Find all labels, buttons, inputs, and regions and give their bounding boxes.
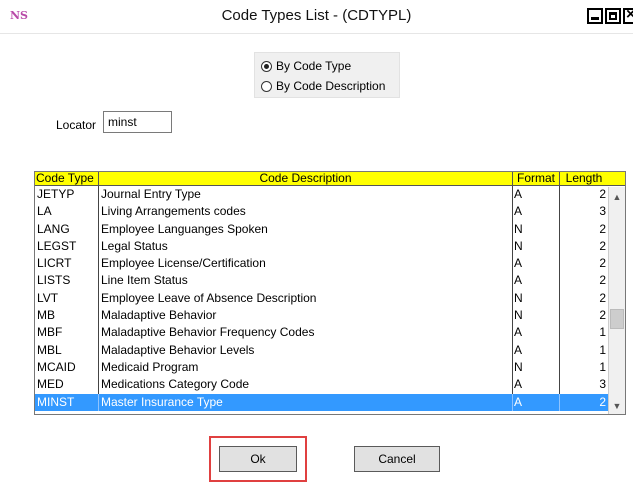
cell-code-type: MBL (35, 341, 99, 359)
cell-length: 1 (599, 342, 606, 357)
cell-code-description: Maladaptive Behavior Levels (99, 341, 513, 359)
table-row[interactable]: MBF Maladaptive Behavior Frequency Codes A… (35, 324, 625, 342)
column-header-length[interactable]: Length (560, 172, 608, 185)
cell-format: A (513, 341, 560, 359)
cell-length: 1 (599, 325, 606, 340)
cell-code-type: MINST (35, 393, 99, 411)
cell-code-type: LA (35, 203, 99, 221)
cell-length: 2 (599, 256, 606, 271)
sort-option-group: By Code Type By Code Description (254, 52, 400, 98)
scroll-up-icon[interactable]: ▲ (609, 189, 625, 205)
cell-code-description: Employee Leave of Absence Description (99, 289, 513, 308)
cell-code-type: LEGST (35, 237, 99, 256)
cell-code-description: Maladaptive Behavior (99, 307, 513, 325)
table-row[interactable]: LEGST Legal Status N 2 (35, 237, 625, 256)
cell-code-type: MCAID (35, 358, 99, 377)
code-types-table: Code Type Code Description Format Length… (34, 171, 626, 415)
cell-format: A (513, 203, 560, 221)
cell-format: A (513, 272, 560, 290)
cell-code-description: Journal Entry Type (99, 186, 513, 204)
cell-format: N (513, 289, 560, 308)
cell-code-type: LANG (35, 220, 99, 238)
cell-format: A (513, 393, 560, 411)
cell-format: N (513, 237, 560, 256)
cell-format: A (513, 376, 560, 394)
cell-length: 3 (599, 204, 606, 219)
table-row[interactable]: LVT Employee Leave of Absence Description… (35, 289, 625, 308)
cell-code-description: Maladaptive Behavior Frequency Codes (99, 324, 513, 342)
cell-length: 1 (599, 359, 606, 374)
minimize-icon[interactable] (587, 8, 603, 24)
cell-code-type: MB (35, 307, 99, 325)
cell-length: 2 (599, 273, 606, 288)
scroll-thumb[interactable] (610, 309, 624, 329)
cell-length: 2 (599, 308, 606, 323)
column-header-code-description[interactable]: Code Description (99, 172, 513, 185)
column-header-code-type[interactable]: Code Type (35, 172, 99, 185)
cell-code-description: Medicaid Program (99, 358, 513, 377)
cell-format: A (513, 255, 560, 273)
table-row[interactable]: JETYP Journal Entry Type A 2 (35, 186, 625, 204)
cell-length: 2 (599, 238, 606, 253)
radio-label: By Code Description (276, 79, 386, 93)
table-row[interactable]: MINST Master Insurance Type A 2 (35, 393, 625, 411)
cell-code-description: Employee License/Certification (99, 255, 513, 273)
cell-code-description: Legal Status (99, 237, 513, 256)
cell-format: N (513, 358, 560, 377)
scroll-down-icon[interactable]: ▼ (609, 398, 625, 414)
cell-length: 2 (599, 290, 606, 305)
radio-checked-icon[interactable] (261, 60, 272, 72)
column-header-format[interactable]: Format (513, 172, 560, 185)
cell-code-type: MED (35, 376, 99, 394)
locator-label: Locator (56, 118, 97, 132)
cell-code-type: JETYP (35, 186, 99, 204)
cell-length: 3 (599, 377, 606, 392)
sort-by-code-description-option[interactable]: By Code Description (261, 79, 385, 93)
cell-format: A (513, 186, 560, 204)
table-row[interactable]: LICRT Employee License/Certification A 2 (35, 255, 625, 273)
cell-code-description: Line Item Status (99, 272, 513, 290)
table-row[interactable]: MCAID Medicaid Program N 1 (35, 358, 625, 377)
table-header: Code Type Code Description Format Length (35, 172, 625, 186)
cell-code-description: Employee Languanges Spoken (99, 220, 513, 238)
window-controls (587, 8, 633, 24)
cell-code-type: LICRT (35, 255, 99, 273)
cell-length: 2 (599, 187, 606, 201)
window-title: Code Types List - (CDTYPL) (221, 7, 412, 24)
cell-length: 2 (599, 221, 606, 236)
cell-code-description: Master Insurance Type (99, 393, 513, 411)
cancel-button[interactable]: Cancel (354, 446, 440, 472)
cell-code-description: Living Arrangements codes (99, 203, 513, 221)
table-body: JETYP Journal Entry Type A 2 LA Living Arrang… (35, 186, 625, 411)
radio-unchecked-icon[interactable] (261, 80, 272, 92)
close-icon[interactable] (623, 8, 633, 24)
cell-code-description: Medications Category Code (99, 376, 513, 394)
cell-length: 2 (560, 393, 608, 411)
table-row[interactable]: LA Living Arrangements codes A 3 (35, 203, 625, 221)
table-row[interactable]: LISTS Line Item Status A 2 (35, 272, 625, 290)
cell-format: N (513, 220, 560, 238)
cell-format: N (513, 307, 560, 325)
cell-format: A (513, 324, 560, 342)
cell-code-type: LISTS (35, 272, 99, 290)
table-row[interactable]: LANG Employee Languanges Spoken N 2 (35, 220, 625, 238)
cell-code-type: MBF (35, 324, 99, 342)
table-row[interactable]: MED Medications Category Code A 3 (35, 376, 625, 394)
table-row[interactable]: MB Maladaptive Behavior N 2 (35, 307, 625, 325)
ok-button[interactable]: Ok (219, 446, 297, 472)
radio-label: By Code Type (276, 59, 352, 73)
locator-input[interactable] (103, 111, 172, 133)
title-bar: NS Code Types List - (CDTYPL) (0, 0, 633, 34)
vertical-scrollbar[interactable]: ▲ ▼ (608, 187, 625, 414)
cell-code-type: LVT (35, 289, 99, 308)
maximize-icon[interactable] (605, 8, 621, 24)
sort-by-code-type-option[interactable]: By Code Type (261, 59, 351, 73)
table-row[interactable]: MBL Maladaptive Behavior Levels A 1 (35, 341, 625, 359)
